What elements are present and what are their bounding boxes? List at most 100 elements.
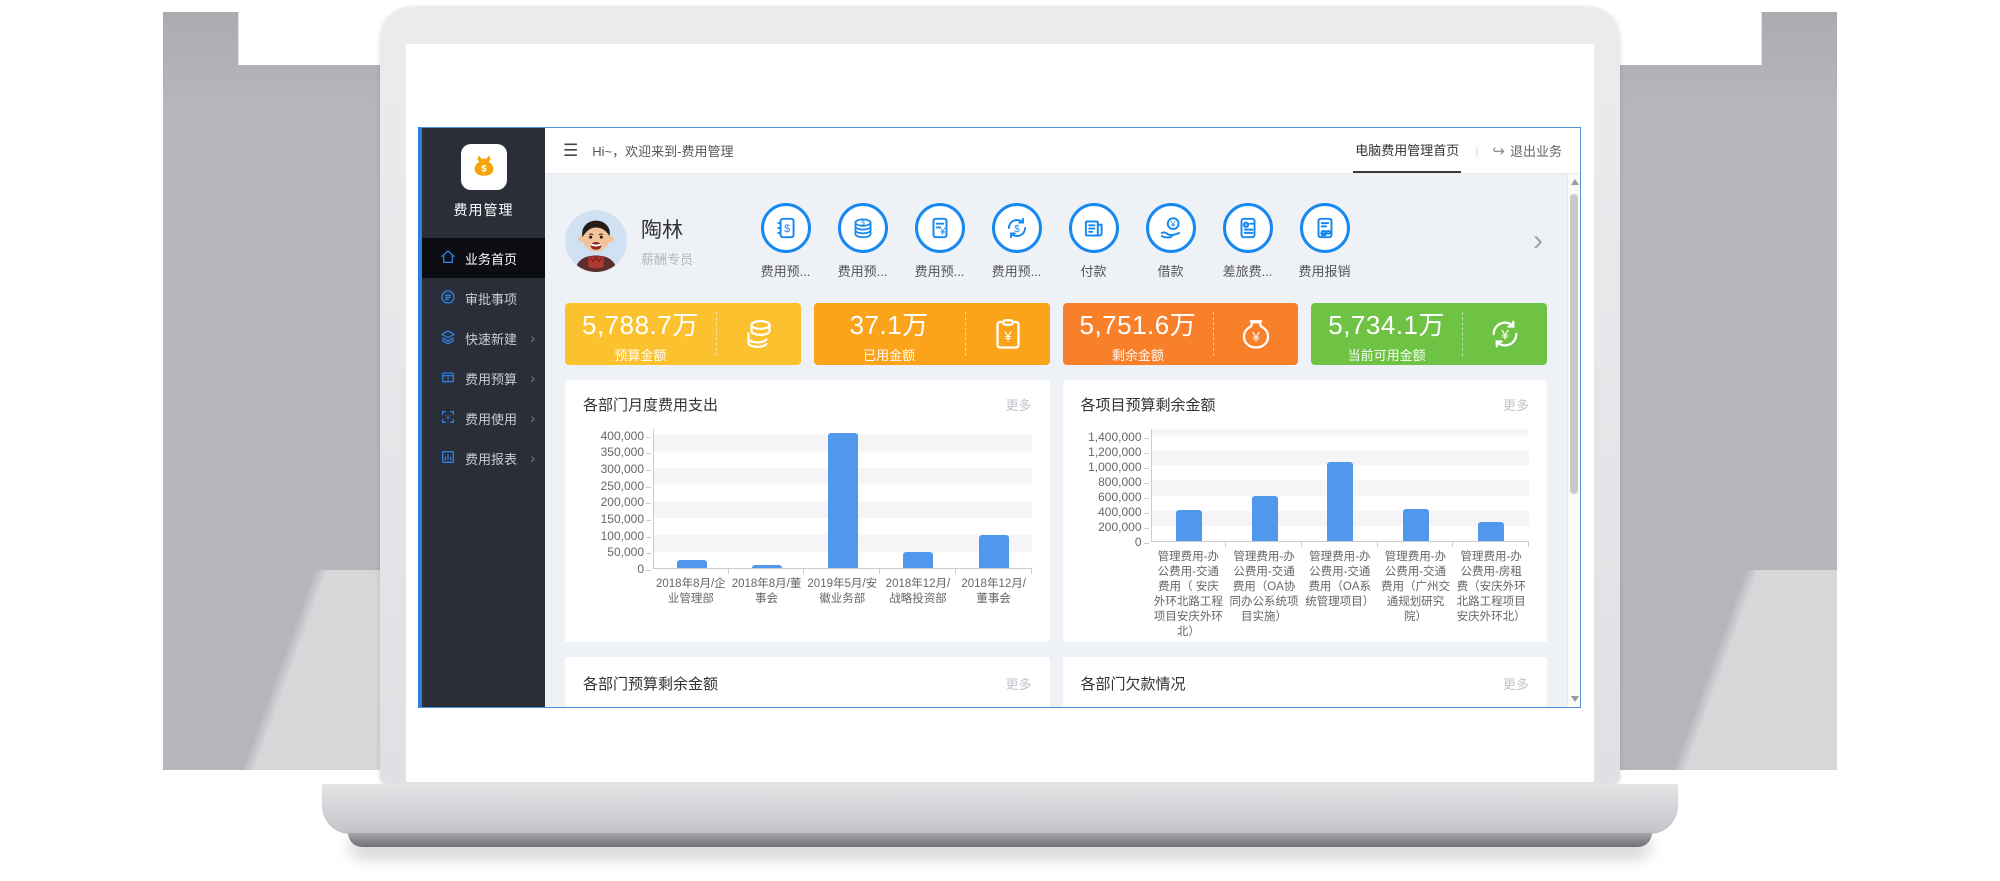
bar[interactable] [828, 433, 858, 568]
scrollbar-thumb[interactable] [1570, 194, 1578, 494]
scrollbar[interactable] [1567, 174, 1580, 707]
bars [1152, 429, 1530, 541]
stat-card-available: 5,734.1万 当前可用金额 ¥ [1311, 303, 1547, 365]
background-monitor-left [163, 12, 406, 770]
exit-business-button[interactable]: ↪ 退出业务 [1492, 141, 1562, 160]
sidebar-item-quick-create[interactable]: 快速新建 › [422, 318, 545, 358]
svg-text:$: $ [1244, 222, 1247, 228]
action-expense-budget-4[interactable]: $ 费用预... [978, 203, 1055, 280]
welcome-text: Hi~，欢迎来到-费用管理 [592, 141, 733, 160]
y-axis-label: 0 [1135, 535, 1142, 549]
bars [654, 429, 1032, 568]
reimburse-doc-icon [1300, 203, 1350, 253]
background-monitor-right [1594, 12, 1837, 770]
divider: | [1475, 144, 1478, 158]
bar[interactable] [677, 560, 707, 568]
stat-text: 5,734.1万 当前可用金额 [1311, 305, 1462, 364]
y-axis-label: 250,000 [601, 479, 644, 493]
bar[interactable] [979, 535, 1009, 568]
bar[interactable] [903, 552, 933, 568]
budget-icon: $ [440, 369, 465, 388]
bar[interactable] [752, 565, 782, 568]
bar-slot [730, 565, 806, 568]
stat-card-used: 37.1万 已用金额 ¥ [814, 303, 1050, 365]
x-axis-label: 2018年8月/企业管理部 [653, 577, 729, 607]
charts-row: 各部门月度费用支出 更多 050,000100,000150,000200,00… [565, 380, 1547, 642]
scroll-down-icon[interactable] [1571, 696, 1579, 702]
sidebar-item-label: 费用预算 [465, 369, 517, 388]
x-axis-tick [956, 569, 1032, 574]
sidebar-item-expense-usage[interactable]: ¥ 费用使用 › [422, 398, 545, 438]
laptop-base [322, 784, 1678, 834]
svg-text:¥: ¥ [1251, 330, 1260, 345]
stat-value: 5,788.7万 [565, 305, 716, 342]
app-name: 费用管理 [422, 200, 545, 220]
chart-title: 各部门欠款情况 [1081, 673, 1186, 694]
more-link[interactable]: 更多 [1503, 674, 1529, 693]
more-link[interactable]: 更多 [1005, 395, 1031, 414]
sidebar-menu: 业务首页 审批事项 快速新建 › $ 费用预算 › ¥ [422, 238, 545, 478]
stat-cards-row: 5,788.7万 预算金额 37.1万 已用金额 ¥ [565, 303, 1547, 365]
x-axis-label: 管理费用-办公费用-交通费用（OA协同办公系统项目实施） [1226, 550, 1302, 640]
sidebar-item-expense-budget[interactable]: $ 费用预算 › [422, 358, 545, 398]
action-travel-expense[interactable]: $ 差旅费... [1209, 203, 1286, 280]
action-expense-budget-3[interactable]: ¥ 费用预... [901, 203, 978, 280]
clipboard-yen-icon: ¥ [966, 316, 1050, 352]
action-borrow[interactable]: ¥ 借款 [1132, 203, 1209, 280]
x-axis-tick [1378, 542, 1454, 547]
y-axis-label: 100,000 [601, 529, 644, 543]
more-link[interactable]: 更多 [1005, 674, 1031, 693]
more-link[interactable]: 更多 [1503, 395, 1529, 414]
x-axis-label: 管理费用-办公费用-交通费用（广州交通规划研究院） [1378, 550, 1454, 640]
x-axis-ticks [1151, 542, 1530, 547]
sidebar: $ 费用管理 业务首页 审批事项 快速新建 › [422, 128, 545, 707]
action-label: 费用预... [824, 261, 901, 280]
action-label: 付款 [1055, 261, 1132, 280]
x-axis-label: 管理费用-办公费用-交通费用（ 安庆外环北路工程项目安庆外环北） [1151, 550, 1227, 640]
card-header: 各部门月度费用支出 更多 [583, 394, 1032, 415]
approval-icon [440, 289, 465, 308]
tab-pc-expense-home[interactable]: 电脑费用管理首页 [1353, 128, 1461, 173]
bar[interactable] [1478, 522, 1504, 541]
hamburger-icon[interactable]: ☰ [563, 141, 578, 161]
x-axis-tick [1226, 542, 1302, 547]
chart-title: 各部门预算剩余金额 [583, 673, 718, 694]
stat-label: 预算金额 [565, 345, 716, 364]
bar[interactable] [1327, 462, 1353, 541]
x-axis-label: 2018年12月/董事会 [956, 577, 1032, 607]
y-axis-label: 50,000 [607, 545, 644, 559]
exit-label: 退出业务 [1510, 141, 1562, 160]
bar[interactable] [1252, 496, 1278, 541]
scroll-up-icon[interactable] [1571, 179, 1579, 185]
page: $ 费用管理 业务首页 审批事项 快速新建 › [0, 0, 2000, 881]
stat-text: 5,751.6万 剩余金额 [1063, 305, 1214, 364]
y-axis-label: 800,000 [1098, 475, 1141, 489]
bar-chart: 0200,000400,000600,000800,0001,000,0001,… [1081, 429, 1530, 640]
stat-value: 5,734.1万 [1311, 305, 1462, 342]
action-label: 费用报销 [1286, 261, 1363, 280]
action-label: 费用预... [901, 261, 978, 280]
action-reimbursement[interactable]: 费用报销 [1286, 203, 1363, 280]
bar-chart: 050,000100,000150,000200,000250,000300,0… [583, 429, 1032, 607]
dashboard-content: 陶林 薪酬专员 $ 费用预... $ 费用预... ¥ [545, 174, 1567, 707]
refresh-yen-icon: ¥ [1463, 316, 1547, 352]
actions-next-chevron-icon[interactable]: › [1529, 226, 1547, 256]
y-axis-label: 1,000,000 [1088, 460, 1141, 474]
avatar[interactable] [565, 210, 627, 272]
action-payment[interactable]: 付款 [1055, 203, 1132, 280]
sidebar-item-business-home[interactable]: 业务首页 [422, 238, 545, 278]
sidebar-item-expense-reports[interactable]: 费用报表 › [422, 438, 545, 478]
action-expense-budget-2[interactable]: $ 费用预... [824, 203, 901, 280]
action-expense-budget-1[interactable]: $ 费用预... [747, 203, 824, 280]
y-axis-label: 0 [637, 562, 644, 576]
x-axis-label: 管理费用-办公费用-交通费用（OA系统管理项目） [1302, 550, 1378, 640]
bar[interactable] [1403, 509, 1429, 541]
sidebar-item-approvals[interactable]: 审批事项 [422, 278, 545, 318]
sidebar-item-label: 审批事项 [465, 289, 517, 308]
doc-dollar-icon: $ [761, 203, 811, 253]
svg-text:$: $ [481, 163, 487, 173]
top-bar: ☰ Hi~，欢迎来到-费用管理 电脑费用管理首页 | ↪ 退出业务 [545, 128, 1580, 174]
bar-slot [805, 433, 881, 568]
chevron-right-icon: › [530, 411, 535, 425]
bar[interactable] [1176, 510, 1202, 541]
